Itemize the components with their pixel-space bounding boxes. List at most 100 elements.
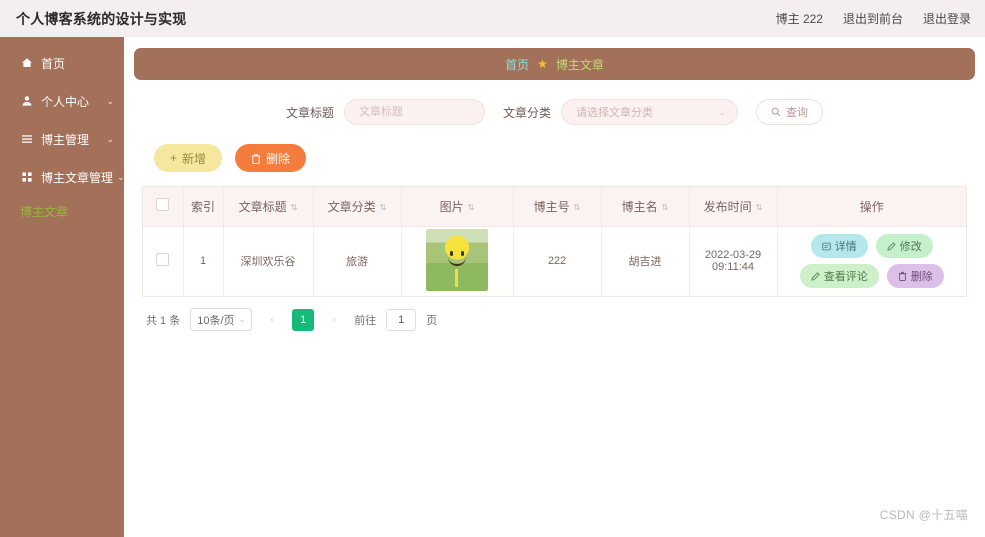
logout-link[interactable]: 退出登录 — [923, 10, 971, 27]
table-header-title[interactable]: 文章标题 ⇅ — [223, 187, 313, 226]
pagination-jump-suffix: 页 — [426, 312, 437, 328]
table-header-select — [143, 187, 183, 226]
watermark: CSDN @十五喵 — [880, 506, 968, 523]
edit-icon — [887, 242, 896, 251]
chevron-right-icon[interactable]: › — [324, 309, 344, 331]
sort-updown-icon[interactable]: ⇅ — [662, 204, 669, 212]
chevron-down-icon: ⌄ — [239, 315, 246, 324]
list-icon — [20, 133, 33, 146]
row-edit-label: 修改 — [900, 238, 922, 254]
page-title: 个人博客系统的设计与实现 — [16, 9, 186, 29]
sidebar-item-personal-center-label: 个人中心 — [41, 93, 102, 110]
home-icon — [20, 57, 33, 70]
sort-updown-icon[interactable]: ⇅ — [756, 204, 763, 212]
chevron-down-icon: ⌄ — [106, 134, 114, 145]
user-icon — [20, 95, 33, 108]
row-category: 旅游 — [313, 226, 401, 296]
row-operations-cell: 详情 修改 — [777, 226, 966, 296]
row-detail-label: 详情 — [835, 238, 857, 254]
row-delete-label: 删除 — [911, 268, 933, 284]
add-button[interactable]: + 新增 — [154, 144, 222, 172]
smiley-mouth-icon — [448, 257, 466, 266]
chevron-left-icon[interactable]: ‹ — [262, 309, 282, 331]
delete-button-label: 删除 — [266, 150, 290, 167]
sort-updown-icon[interactable]: ⇅ — [291, 204, 298, 212]
chevron-down-icon: ⌄ — [106, 96, 114, 107]
top-header: 个人博客系统的设计与实现 博主 222 退出到前台 退出登录 — [0, 0, 985, 37]
sort-updown-icon[interactable]: ⇅ — [380, 204, 387, 212]
select-all-checkbox[interactable] — [156, 198, 169, 211]
sidebar-subitem-blogger-article-label: 博主文章 — [20, 203, 68, 220]
table-header-category[interactable]: 文章分类 ⇅ — [313, 187, 401, 226]
sidebar-item-article-management[interactable]: 博主文章管理 ⌄ — [0, 158, 124, 196]
row-title: 深圳欢乐谷 — [223, 226, 313, 296]
comment-icon — [811, 272, 820, 281]
breadcrumb-home-link[interactable]: 首页 — [505, 56, 529, 73]
breadcrumb: 首页 ★ 博主文章 — [134, 48, 975, 80]
row-operations: 详情 修改 — [782, 234, 963, 288]
row-blogger-no: 222 — [513, 226, 601, 296]
table-header-operations: 操作 — [777, 187, 966, 226]
trash-icon — [898, 271, 907, 281]
table-header-image-label: 图片 — [440, 200, 464, 214]
row-image-cell — [401, 226, 513, 296]
table-header-publish-time-label: 发布时间 — [704, 200, 752, 214]
breadcrumb-current: 博主文章 — [556, 56, 604, 73]
table-header-title-label: 文章标题 — [239, 200, 287, 214]
table-header-row: 索引 文章标题 ⇅ 文章分类 ⇅ 图片 ⇅ 博主号 ⇅ — [143, 187, 966, 226]
row-checkbox[interactable] — [156, 253, 169, 266]
article-thumbnail[interactable] — [426, 229, 488, 291]
delete-button[interactable]: 删除 — [235, 144, 306, 172]
article-category-select-wrap: 请选择文章分类 ⌄ — [561, 99, 738, 125]
pagination-total: 共 1 条 — [146, 312, 180, 328]
row-delete-button[interactable]: 删除 — [887, 264, 944, 288]
table-header-image[interactable]: 图片 ⇅ — [401, 187, 513, 226]
row-publish-time: 2022-03-29 09:11:44 — [689, 226, 777, 296]
current-user[interactable]: 博主 222 — [776, 10, 823, 27]
search-icon — [771, 107, 781, 117]
row-comment-label: 查看评论 — [824, 268, 868, 284]
main-content: 首页 ★ 博主文章 文章标题 文章分类 请选择文章分类 ⌄ 查询 + — [124, 37, 985, 537]
sidebar-item-blogger-management-label: 博主管理 — [41, 131, 102, 148]
pagination-jump-input[interactable] — [386, 309, 416, 331]
table-header-blogger-name[interactable]: 博主名 ⇅ — [601, 187, 689, 226]
row-detail-button[interactable]: 详情 — [811, 234, 868, 258]
sort-updown-icon[interactable]: ⇅ — [574, 204, 581, 212]
table-header-blogger-name-label: 博主名 — [622, 200, 658, 214]
table-row: 1 深圳欢乐谷 旅游 222 胡吉进 — [143, 226, 966, 296]
sidebar-item-personal-center[interactable]: 个人中心 ⌄ — [0, 82, 124, 120]
sort-updown-icon[interactable]: ⇅ — [468, 204, 475, 212]
article-category-select[interactable]: 请选择文章分类 — [561, 99, 738, 125]
table-header-blogger-no[interactable]: 博主号 ⇅ — [513, 187, 601, 226]
table-header-publish-time[interactable]: 发布时间 ⇅ — [689, 187, 777, 226]
app-root: 个人博客系统的设计与实现 博主 222 退出到前台 退出登录 首页 个人中心 ⌄ — [0, 0, 985, 537]
table-header-index-label: 索引 — [191, 200, 215, 214]
page-size-select[interactable]: 10条/页 ⌄ — [190, 308, 252, 331]
article-title-input[interactable] — [344, 99, 485, 125]
query-button-label: 查询 — [786, 104, 808, 120]
row-edit-button[interactable]: 修改 — [876, 234, 933, 258]
pagination-page-1[interactable]: 1 — [292, 309, 314, 331]
article-category-label: 文章分类 — [503, 104, 551, 121]
sidebar-item-blogger-management[interactable]: 博主管理 ⌄ — [0, 120, 124, 158]
row-select-cell — [143, 226, 183, 296]
star-icon: ★ — [537, 57, 548, 71]
table-toolbar: + 新增 删除 — [154, 144, 985, 172]
exit-to-front-link[interactable]: 退出到前台 — [843, 10, 903, 27]
detail-icon — [822, 242, 831, 251]
table-header-blogger-no-label: 博主号 — [534, 200, 570, 214]
article-title-label: 文章标题 — [286, 104, 334, 121]
add-button-label: 新增 — [182, 150, 206, 167]
row-comment-button[interactable]: 查看评论 — [800, 264, 879, 288]
table-header-category-label: 文章分类 — [328, 200, 376, 214]
sidebar-subitem-blogger-article[interactable]: 博主文章 — [0, 196, 124, 226]
sidebar-item-article-management-label: 博主文章管理 — [41, 169, 113, 186]
golf-tee-icon — [455, 269, 458, 287]
plus-icon: + — [170, 151, 177, 165]
query-button[interactable]: 查询 — [756, 99, 823, 125]
trash-icon — [251, 153, 261, 164]
row-blogger-name: 胡吉进 — [601, 226, 689, 296]
sidebar-item-home[interactable]: 首页 — [0, 44, 124, 82]
search-form: 文章标题 文章分类 请选择文章分类 ⌄ 查询 — [124, 99, 985, 125]
pagination: 共 1 条 10条/页 ⌄ ‹ 1 › 前往 页 — [146, 308, 985, 331]
